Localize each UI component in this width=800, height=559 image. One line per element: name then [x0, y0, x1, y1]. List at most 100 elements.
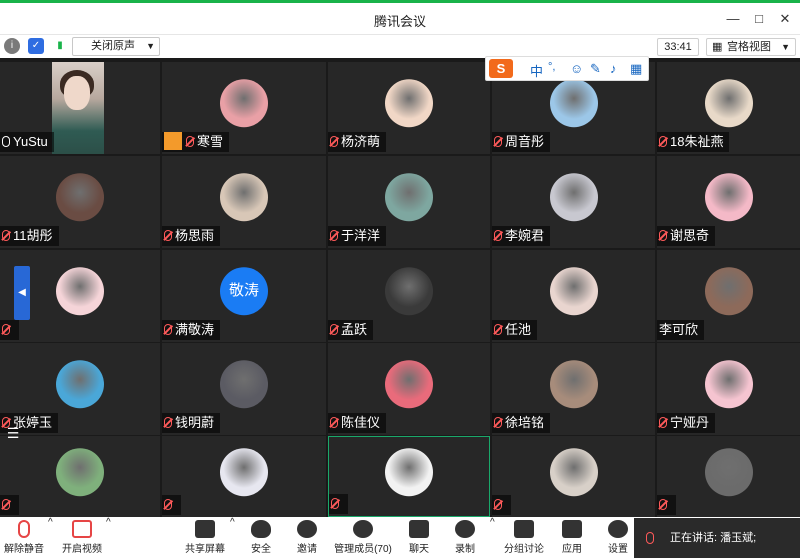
close-button[interactable]: ✕	[776, 10, 794, 28]
mic-muted-icon	[494, 499, 502, 510]
mute-caret[interactable]: ^	[48, 517, 53, 559]
apps-icon	[562, 520, 582, 538]
video-label: 开启视频	[62, 544, 102, 555]
minimize-button[interactable]: —	[724, 10, 742, 28]
ime-toolbar[interactable]: S 中 °, ☺ ✎ ♪ ▦	[485, 56, 649, 81]
participant-tile[interactable]: 寒雪	[162, 62, 326, 154]
settings-button[interactable]: 设置	[600, 517, 636, 559]
participant-tile[interactable]	[0, 436, 160, 517]
participant-tile[interactable]: 11胡彤	[0, 156, 160, 248]
participant-namebar: 杨济萌	[328, 132, 387, 152]
smile-icon[interactable]: ☺	[570, 61, 583, 76]
avatar	[56, 173, 104, 222]
mic-muted-icon	[330, 230, 338, 241]
participant-namebar	[657, 495, 676, 515]
meeting-timer: 33:41	[657, 38, 699, 56]
camera-off-icon	[72, 520, 92, 538]
apps-label: 应用	[562, 544, 582, 555]
participant-tile[interactable]: 李婉君	[492, 156, 655, 248]
participant-tile[interactable]	[162, 436, 326, 517]
grid-icon[interactable]: ▦	[630, 61, 642, 77]
avatar	[385, 267, 433, 316]
record-button[interactable]: 录制	[446, 517, 484, 559]
members-button[interactable]: 管理成员(70)	[330, 517, 396, 559]
sogou-logo: S	[489, 59, 513, 78]
ime-mode[interactable]: 中	[530, 61, 543, 80]
participant-tile[interactable]	[328, 436, 490, 517]
avatar	[549, 173, 598, 222]
participant-tile[interactable]: 于洋洋	[328, 156, 490, 248]
mic-muted-icon	[494, 417, 502, 428]
mute-button[interactable]: 解除静音	[0, 517, 48, 559]
list-icon[interactable]: ☰	[4, 424, 22, 442]
participant-namebar: 钱明蔚	[162, 413, 221, 433]
avatar	[220, 79, 268, 128]
participant-tile[interactable]: 任池	[492, 250, 655, 342]
mic-icon[interactable]: ♪	[610, 61, 617, 76]
participant-tile[interactable]: 李可欣	[657, 250, 800, 342]
security-button[interactable]: 安全	[242, 517, 280, 559]
avatar: 敬涛	[220, 267, 268, 316]
share-caret[interactable]: ^	[230, 517, 235, 559]
window-title: 腾讯会议	[373, 14, 426, 29]
participant-tile[interactable]: 谢思奇	[657, 156, 800, 248]
avatar	[56, 360, 104, 409]
signal-icon[interactable]: ▮	[52, 38, 68, 54]
share-screen-icon	[195, 520, 215, 538]
participant-tile[interactable]: 宁娅丹	[657, 343, 800, 435]
grid-view-icon: ▦	[712, 41, 723, 53]
view-mode-label: 宫格视图	[727, 41, 771, 53]
shield-icon[interactable]: ✓	[28, 38, 44, 54]
participant-name: 满敬涛	[175, 322, 215, 337]
participant-tile[interactable]: 18朱祉燕	[657, 62, 800, 154]
members-label: 管理成员(70)	[334, 544, 392, 555]
ime-punct[interactable]: °,	[548, 61, 555, 73]
maximize-button[interactable]: □	[750, 10, 768, 28]
meeting-toolbar: i ✓ ▮ 关闭原声 ▼ 33:41 ▦ 宫格视图 ▼	[0, 34, 800, 58]
collapse-arrow-button[interactable]: ◀	[14, 266, 30, 320]
participant-namebar	[329, 494, 348, 514]
video-caret[interactable]: ^	[106, 517, 111, 559]
participant-tile[interactable]: 张婷玉	[0, 343, 160, 435]
mic-muted-icon	[331, 498, 339, 509]
video-button[interactable]: 开启视频	[58, 517, 106, 559]
participant-tile[interactable]: YuStu	[0, 62, 160, 154]
avatar	[220, 173, 268, 222]
breakout-button[interactable]: 分组讨论	[502, 517, 546, 559]
avatar	[220, 360, 268, 409]
avatar	[385, 360, 433, 409]
participant-tile[interactable]: 敬涛 满敬涛	[162, 250, 326, 342]
participant-tile[interactable]: 杨思雨	[162, 156, 326, 248]
participant-namebar: 寒雪	[162, 132, 230, 152]
users-icon	[353, 520, 373, 538]
participant-namebar: 周音彤	[492, 132, 551, 152]
pen-icon[interactable]: ✎	[590, 61, 601, 77]
record-caret[interactable]: ^	[490, 517, 495, 559]
participant-tile[interactable]: 杨济萌	[328, 62, 490, 154]
mic-muted-icon	[2, 230, 10, 241]
avatar	[549, 267, 598, 316]
participant-tile[interactable]: 钱明蔚	[162, 343, 326, 435]
participant-tile[interactable]	[492, 436, 655, 517]
mic-muted-icon	[164, 230, 172, 241]
avatar	[704, 173, 753, 222]
chat-button[interactable]: 聊天	[400, 517, 438, 559]
audio-select[interactable]: 关闭原声 ▼	[72, 37, 160, 56]
apps-button[interactable]: 应用	[554, 517, 590, 559]
info-icon[interactable]: i	[4, 38, 20, 54]
participant-tile[interactable]: 孟跃	[328, 250, 490, 342]
invite-button[interactable]: 邀请	[288, 517, 326, 559]
share-screen-button[interactable]: 共享屏幕	[182, 517, 228, 559]
mic-muted-icon	[494, 136, 502, 147]
chevron-down-icon: ▼	[146, 41, 155, 51]
participant-tile[interactable]: 徐培铭	[492, 343, 655, 435]
invite-label: 邀请	[297, 544, 317, 555]
view-mode-button[interactable]: ▦ 宫格视图 ▼	[706, 38, 796, 56]
participant-tile[interactable]: 陈佳仪	[328, 343, 490, 435]
participant-namebar: 任池	[492, 320, 538, 340]
chat-label: 聊天	[409, 544, 429, 555]
participant-tile[interactable]	[657, 436, 800, 517]
participant-grid: YuStu 寒雪 杨济萌 周音彤 18朱祉燕 11胡彤 杨思雨 于洋洋 李婉君 谢思奇 敬涛 满敬涛孟…	[0, 62, 800, 517]
security-label: 安全	[251, 544, 271, 555]
participant-namebar: 于洋洋	[328, 226, 387, 246]
